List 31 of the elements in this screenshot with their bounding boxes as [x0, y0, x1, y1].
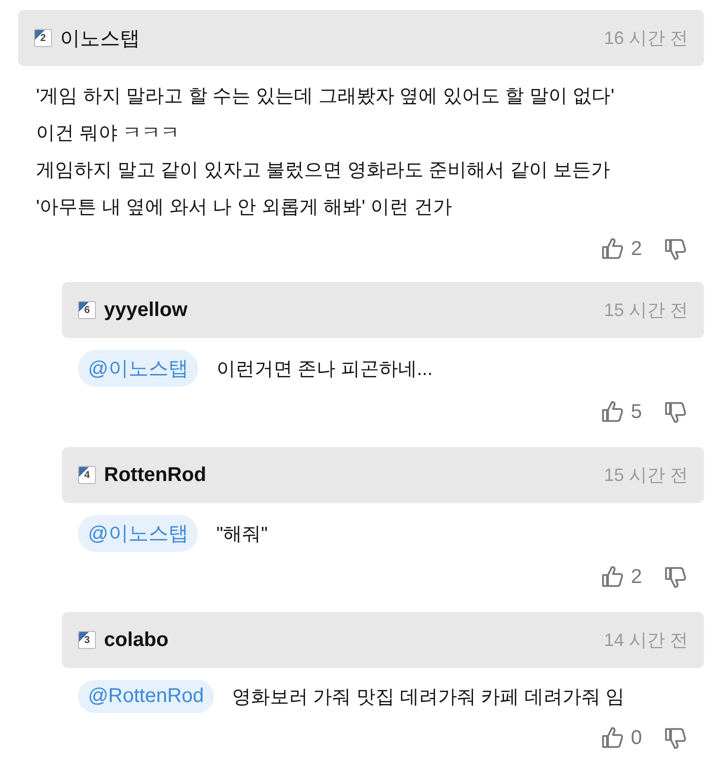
level-badge: 4 [78, 466, 96, 484]
thumbs-up-icon[interactable] [600, 726, 625, 750]
author-name[interactable]: yyyellow [104, 298, 188, 322]
like-count: 2 [630, 566, 642, 588]
level-badge: 6 [78, 301, 96, 319]
comment-text: 게임하지 말고 같이 있자고 불렀으면 영화라도 준비해서 같이 보든가 [36, 159, 612, 183]
thumbs-up-icon[interactable] [600, 565, 625, 589]
author-name[interactable]: 이노스탭 [60, 24, 140, 52]
author-name[interactable]: colabo [104, 628, 168, 652]
like-count: 0 [630, 726, 642, 750]
level-badge: 2 [34, 29, 52, 47]
thumbs-up-icon[interactable] [600, 400, 625, 424]
thumbs-down-icon[interactable] [664, 237, 688, 261]
comment-text: '게임 하지 말라고 할 수는 있는데 그래봤자 옆에 있어도 할 말이 없다' [36, 85, 616, 109]
reply-time: 15 시간 전 [604, 299, 688, 322]
thumbs-down-icon[interactable] [664, 400, 688, 424]
reply-time: 14 시간 전 [604, 629, 688, 652]
reply-time: 15 시간 전 [604, 464, 688, 487]
comment-text: 이건 뭐야 ㅋㅋㅋ [36, 122, 181, 146]
level-badge: 3 [78, 631, 96, 649]
thumbs-down-icon[interactable] [664, 565, 688, 589]
thumbs-down-icon[interactable] [664, 726, 688, 750]
reply-text: 영화보러 가줘 맛집 데려가줘 카페 데려가줘 임 [232, 686, 625, 710]
author-name[interactable]: RottenRod [104, 464, 206, 486]
thumbs-up-icon[interactable] [600, 237, 625, 261]
comment-time: 16 시간 전 [604, 27, 688, 50]
reply-text: 이런거면 존나 피곤하네... [216, 358, 433, 382]
like-count: 5 [630, 400, 642, 424]
reply-text: "해줘" [216, 522, 268, 546]
like-count: 2 [630, 238, 642, 260]
comment-text: '아무튼 내 옆에 와서 나 안 외롭게 해봐' 이런 건가 [36, 196, 453, 220]
